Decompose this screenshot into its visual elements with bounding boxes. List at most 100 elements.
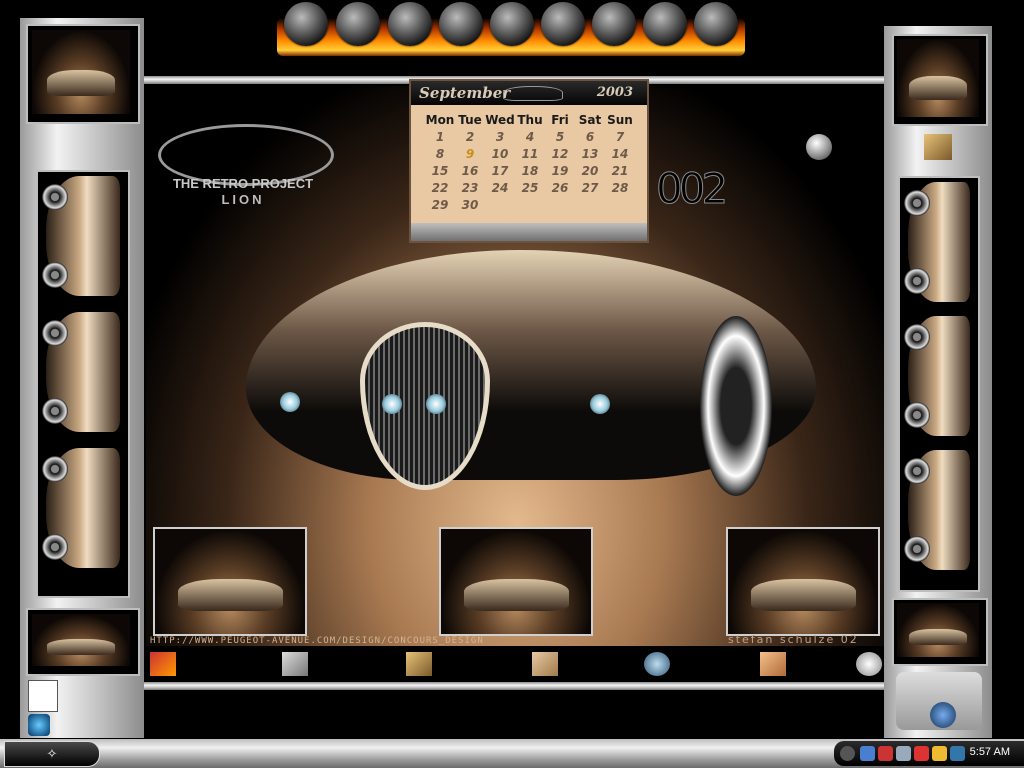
badge-number: 002 — [655, 164, 728, 214]
clock-icon[interactable] — [856, 652, 882, 676]
day-cell[interactable]: 1 — [425, 128, 455, 145]
icon-strip — [146, 648, 888, 682]
day-cell[interactable]: 23 — [455, 179, 485, 196]
week-row: 15 16 17 18 19 20 21 — [425, 162, 635, 179]
orb-icon[interactable] — [694, 2, 738, 46]
day-cell[interactable]: 25 — [515, 179, 545, 196]
day-cell — [575, 196, 605, 213]
week-row: 1 2 3 4 5 6 7 — [425, 128, 635, 145]
thumbnail-side[interactable] — [439, 527, 593, 636]
weekday-label: Sat — [578, 112, 602, 127]
day-cell[interactable]: 27 — [575, 179, 605, 196]
calendar-year: 2003 — [596, 85, 633, 100]
orb-icon[interactable] — [490, 2, 534, 46]
weekday-label: Tue — [458, 112, 482, 127]
orb-icon[interactable] — [336, 2, 380, 46]
headlight — [426, 394, 446, 414]
orb-icon[interactable] — [439, 2, 483, 46]
right-bottom-thumb[interactable] — [892, 598, 988, 666]
taskbar: ✧ 5:57 AM — [0, 739, 1024, 768]
day-cell-today[interactable]: 9 — [455, 145, 485, 162]
globe-icon[interactable] — [644, 652, 670, 676]
day-cell[interactable]: 3 — [485, 128, 515, 145]
logo-subtitle: LION — [221, 192, 265, 207]
day-cell[interactable]: 2 — [455, 128, 485, 145]
orb-icon[interactable] — [592, 2, 636, 46]
left-top-thumb[interactable] — [26, 24, 140, 124]
thumbnail-rear[interactable] — [726, 527, 880, 636]
box-icon[interactable] — [760, 652, 786, 676]
day-cell[interactable]: 18 — [515, 162, 545, 179]
week-row: 22 23 24 25 26 27 28 — [425, 179, 635, 196]
left-bottom-thumb[interactable] — [26, 608, 140, 676]
day-cell[interactable]: 5 — [545, 128, 575, 145]
hp-logo-icon[interactable] — [930, 702, 956, 728]
zonealarm-icon[interactable] — [932, 746, 947, 761]
weekday-label: Fri — [551, 112, 569, 127]
day-cell — [605, 196, 635, 213]
day-cell[interactable]: 29 — [425, 196, 455, 213]
calendar-widget[interactable]: September 2003 Mon Tue Wed Thu Fri Sat S… — [409, 79, 649, 243]
scanner-icon[interactable] — [282, 652, 308, 676]
calendar-header: September 2003 — [411, 81, 647, 105]
scroll-icon[interactable] — [924, 134, 952, 160]
car-side-image — [904, 182, 970, 302]
day-cell[interactable]: 17 — [485, 162, 515, 179]
monitor-icon[interactable] — [406, 652, 432, 676]
day-cell[interactable]: 26 — [545, 179, 575, 196]
day-cell[interactable]: 8 — [425, 145, 455, 162]
frame-bottom-bar — [140, 682, 892, 690]
users-icon[interactable] — [896, 746, 911, 761]
author-credit: stefan schulze 02 — [728, 633, 859, 646]
car-side-image — [904, 450, 970, 570]
orb-icon[interactable] — [284, 2, 328, 46]
day-cell[interactable]: 30 — [455, 196, 485, 213]
paper-icon[interactable] — [150, 652, 176, 676]
day-cell[interactable]: 12 — [545, 145, 575, 162]
day-cell[interactable]: 16 — [455, 162, 485, 179]
mace-icon[interactable] — [806, 134, 832, 160]
day-cell[interactable]: 19 — [545, 162, 575, 179]
headlight — [382, 394, 402, 414]
day-cell[interactable]: 13 — [575, 145, 605, 162]
day-cell[interactable]: 4 — [515, 128, 545, 145]
network-icon[interactable] — [860, 746, 875, 761]
orb-icon[interactable] — [643, 2, 687, 46]
right-top-thumb[interactable] — [892, 34, 988, 126]
day-cell[interactable]: 6 — [575, 128, 605, 145]
day-cell[interactable]: 10 — [485, 145, 515, 162]
start-button[interactable]: ✧ — [4, 741, 100, 767]
car-thumb — [750, 579, 856, 611]
weekday-label: Sun — [607, 112, 633, 127]
antivirus-icon[interactable] — [914, 746, 929, 761]
day-cell[interactable]: 28 — [605, 179, 635, 196]
chevron-left-icon[interactable] — [840, 746, 855, 761]
car-side-image — [42, 312, 120, 432]
fx-icon[interactable] — [950, 746, 965, 761]
car-side-image — [904, 316, 970, 436]
source-url: HTTP://WWW.PEUGEOT-AVENUE.COM/DESIGN/CON… — [150, 636, 484, 646]
clock[interactable]: 5:57 AM — [970, 746, 1010, 758]
thumbnail-front[interactable] — [153, 527, 307, 636]
weekday-label: Mon — [425, 112, 455, 127]
network-places-icon[interactable] — [28, 714, 50, 736]
day-cell[interactable]: 20 — [575, 162, 605, 179]
day-cell[interactable]: 24 — [485, 179, 515, 196]
orb-icon[interactable] — [541, 2, 585, 46]
logo-title: THE RETRO PROJECT — [172, 176, 314, 191]
day-cell[interactable]: 14 — [605, 145, 635, 162]
folder-icon[interactable] — [532, 652, 558, 676]
weekday-label: Wed — [485, 112, 515, 127]
car-side-image — [42, 448, 120, 568]
day-cell[interactable]: 11 — [515, 145, 545, 162]
system-tray: 5:57 AM — [834, 741, 1024, 766]
day-cell[interactable]: 7 — [605, 128, 635, 145]
day-cell[interactable]: 21 — [605, 162, 635, 179]
day-cell[interactable]: 15 — [425, 162, 455, 179]
calendar-grid: Mon Tue Wed Thu Fri Sat Sun 1 2 3 4 5 6 … — [425, 111, 635, 213]
calendar-app-icon[interactable] — [28, 680, 58, 712]
right-film-strip — [898, 176, 980, 592]
orb-icon[interactable] — [388, 2, 432, 46]
security-icon[interactable] — [878, 746, 893, 761]
day-cell[interactable]: 22 — [425, 179, 455, 196]
